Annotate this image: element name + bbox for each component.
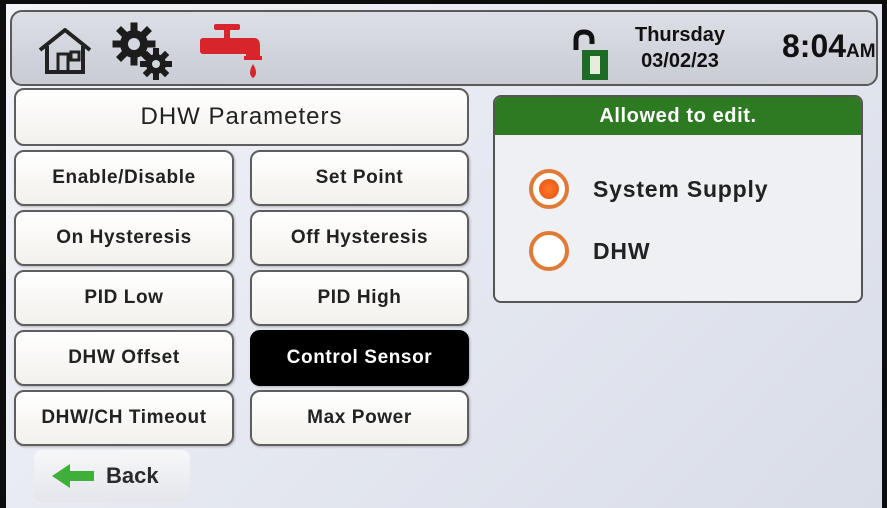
control-sensor-panel: Allowed to edit. System Supply DHW [493, 95, 863, 303]
ampm-label: AM [846, 41, 876, 62]
radio-unselected-icon[interactable] [529, 231, 569, 271]
option-dhw[interactable]: DHW [529, 231, 650, 271]
back-button[interactable]: Back [34, 450, 190, 502]
date-display: Thursday 03/02/23 [620, 22, 740, 74]
unlock-icon[interactable] [570, 28, 610, 82]
back-arrow-icon [52, 464, 94, 488]
gear-icon[interactable] [110, 22, 176, 82]
control-sensor-button[interactable]: Control Sensor [250, 330, 469, 386]
pid-low-button[interactable]: PID Low [14, 270, 234, 326]
enable-disable-button[interactable]: Enable/Disable [14, 150, 234, 206]
lock-badge-text: I [594, 58, 595, 59]
day-label: Thursday [634, 24, 726, 46]
option-system-supply[interactable]: System Supply [529, 169, 768, 209]
set-point-button[interactable]: Set Point [250, 150, 469, 206]
panel-header: Allowed to edit. [495, 97, 861, 135]
pid-high-button[interactable]: PID High [250, 270, 469, 326]
dhw-offset-button[interactable]: DHW Offset [14, 330, 234, 386]
faucet-icon[interactable] [198, 22, 264, 86]
dhw-ch-timeout-button[interactable]: DHW/CH Timeout [14, 390, 234, 446]
clock-display: 8:04AM [782, 28, 876, 65]
option-label: DHW [593, 237, 651, 264]
home-icon[interactable] [36, 26, 94, 76]
page-title: DHW Parameters [14, 88, 469, 146]
back-label: Back [106, 463, 159, 488]
top-bar: I Thursday 03/02/23 8:04AM [10, 10, 878, 86]
option-label: System Supply [593, 175, 769, 202]
off-hysteresis-button[interactable]: Off Hysteresis [250, 210, 469, 266]
max-power-button[interactable]: Max Power [250, 390, 469, 446]
on-hysteresis-button[interactable]: On Hysteresis [14, 210, 234, 266]
screen: I Thursday 03/02/23 8:04AM DHW Parameter… [6, 4, 882, 508]
time-label: 8:04 [782, 28, 847, 64]
radio-selected-icon[interactable] [529, 169, 569, 209]
date-label: 03/02/23 [641, 50, 719, 72]
